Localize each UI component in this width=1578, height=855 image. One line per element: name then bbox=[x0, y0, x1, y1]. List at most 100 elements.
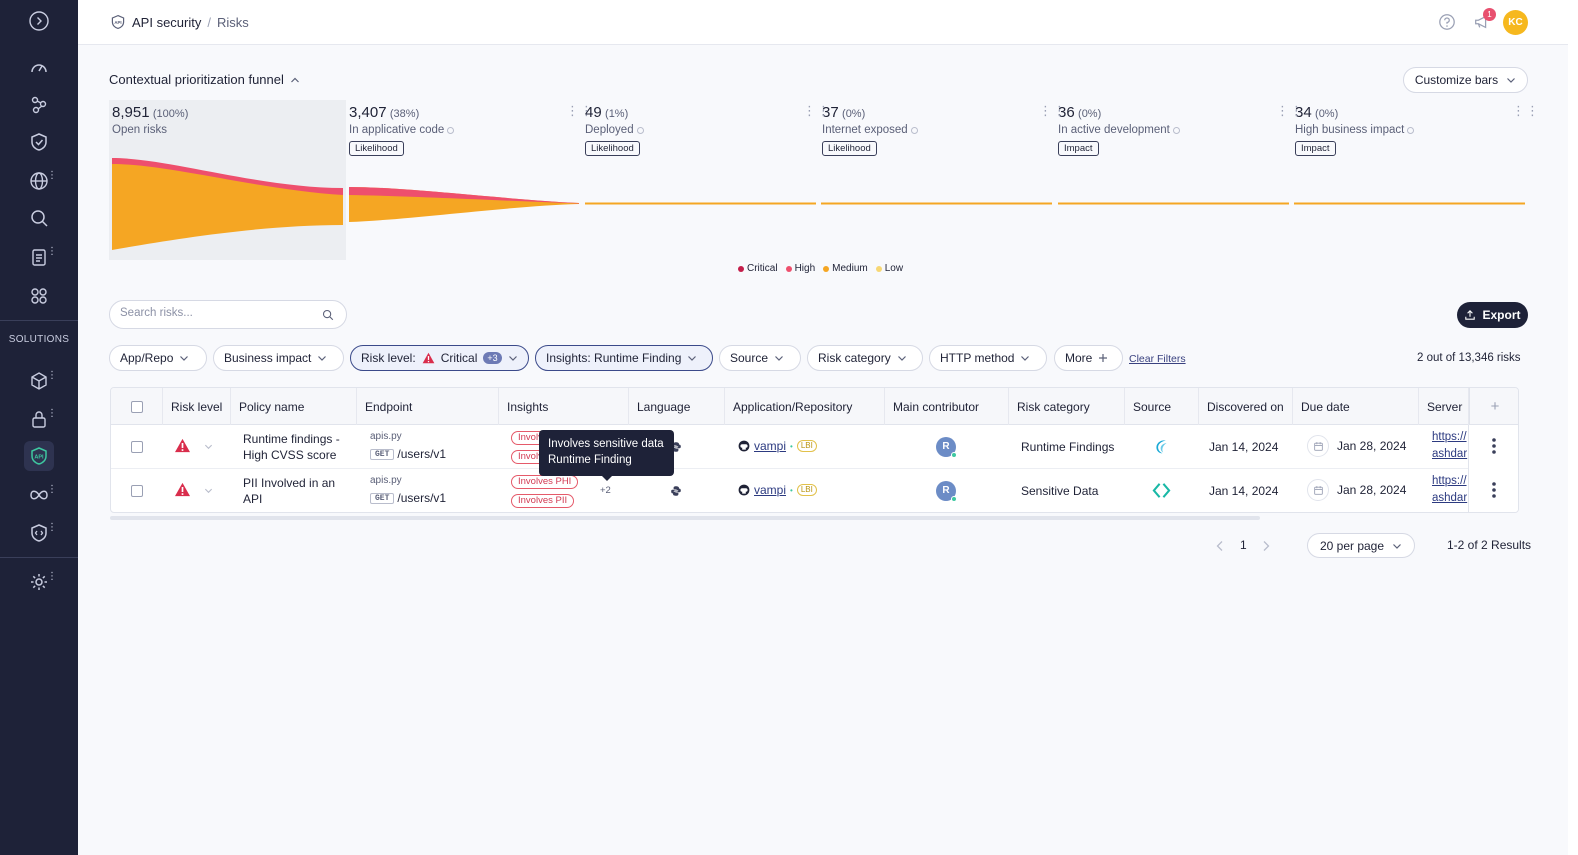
help-icon[interactable] bbox=[1438, 13, 1456, 31]
sidebar-item-packages[interactable]: ⋮ bbox=[0, 366, 78, 396]
sidebar-item-dashboard[interactable] bbox=[0, 53, 78, 83]
policy-name[interactable]: Runtime findings - High CVSS score bbox=[243, 431, 340, 463]
breadcrumb-current: Risks bbox=[216, 14, 249, 30]
contributor-avatar[interactable]: R bbox=[936, 437, 957, 458]
due-date[interactable]: Jan 28, 2024 bbox=[1307, 479, 1406, 501]
chevron-left-icon[interactable] bbox=[1215, 540, 1225, 552]
filter-http-method[interactable]: HTTP method bbox=[929, 345, 1047, 371]
sidebar-item-security[interactable] bbox=[0, 127, 78, 157]
chevron-down-icon bbox=[508, 356, 517, 361]
policy-name[interactable]: PII Involved in an API bbox=[243, 475, 335, 507]
filter-app-repo[interactable]: App/Repo bbox=[109, 345, 207, 371]
funnel-stage-applicative[interactable]: 3,407 (38%) In applicative code Likeliho… bbox=[349, 104, 455, 156]
insight-chip[interactable]: Involves PHI bbox=[511, 475, 579, 489]
drag-handle-icon[interactable]: ⋮⋮ bbox=[803, 104, 831, 117]
server-link[interactable]: https:// ashdar bbox=[1432, 429, 1467, 463]
shield-check-icon bbox=[31, 133, 47, 151]
kebab-menu-icon[interactable] bbox=[1491, 437, 1497, 455]
info-icon[interactable] bbox=[447, 126, 455, 134]
more-insights-chip[interactable]: +2 bbox=[600, 485, 611, 496]
funnel-stage-business-impact[interactable]: 34 (0%) High business impact Impact bbox=[1295, 104, 1415, 156]
contributor-avatar[interactable]: R bbox=[936, 481, 957, 502]
stage-chip: Likelihood bbox=[349, 141, 404, 156]
repository-link[interactable]: vampi bbox=[754, 483, 786, 497]
sidebar-item-discovery[interactable] bbox=[0, 203, 78, 233]
runtime-source-icon bbox=[1156, 440, 1167, 454]
expand-sidebar-button[interactable] bbox=[0, 6, 78, 36]
funnel-stage-open[interactable]: 8,951 (100%) Open risks bbox=[112, 104, 188, 136]
header-insights[interactable]: Insights bbox=[499, 388, 629, 425]
funnel-stage-internet-exposed[interactable]: 37 (0%) Internet exposed Likelihood bbox=[822, 104, 918, 156]
drag-handle-icon[interactable]: ⋮⋮ bbox=[1276, 104, 1304, 117]
search-icon[interactable] bbox=[322, 309, 334, 321]
sidebar-item-integrations[interactable] bbox=[0, 281, 78, 311]
sidebar-item-graph[interactable] bbox=[0, 90, 78, 120]
header-risk-level[interactable]: Risk level bbox=[163, 388, 231, 425]
header-server[interactable]: Server bbox=[1419, 388, 1469, 425]
filter-risk-category[interactable]: Risk category bbox=[807, 345, 923, 371]
user-avatar[interactable]: KC bbox=[1503, 10, 1528, 35]
header-language[interactable]: Language bbox=[629, 388, 725, 425]
header-source[interactable]: Source bbox=[1125, 388, 1199, 425]
current-page[interactable]: 1 bbox=[1240, 538, 1247, 552]
header-discovered-on[interactable]: Discovered on bbox=[1199, 388, 1293, 425]
server-link[interactable]: https:// ashdar bbox=[1432, 473, 1467, 507]
kebab-menu-icon[interactable] bbox=[1491, 481, 1497, 499]
header-due-date[interactable]: Due date bbox=[1293, 388, 1419, 425]
drag-handle-icon[interactable]: ⋮⋮ bbox=[1039, 104, 1067, 117]
info-icon[interactable] bbox=[1407, 126, 1415, 134]
sidebar-item-api-security[interactable]: API bbox=[24, 441, 54, 471]
header-application[interactable]: Application/Repository bbox=[725, 388, 885, 425]
filter-more[interactable]: More bbox=[1054, 345, 1123, 371]
filter-source[interactable]: Source bbox=[719, 345, 801, 371]
filter-business-impact[interactable]: Business impact bbox=[213, 345, 344, 371]
drag-handle-icon[interactable]: ⋮⋮ bbox=[1512, 104, 1540, 117]
row-checkbox[interactable] bbox=[131, 441, 143, 453]
endpoint-path: /users/v1 bbox=[397, 447, 447, 461]
funnel-band-stage-5 bbox=[1058, 202, 1289, 205]
clear-filters-link[interactable]: Clear Filters bbox=[1129, 353, 1186, 365]
sidebar-item-code-security[interactable]: ⋮ bbox=[0, 518, 78, 548]
due-date[interactable]: Jan 28, 2024 bbox=[1307, 435, 1406, 457]
export-button[interactable]: Export bbox=[1457, 302, 1528, 328]
header-main-contributor[interactable]: Main contributor bbox=[885, 388, 1009, 425]
filter-risk-level[interactable]: Risk level: Critical +3 bbox=[350, 345, 529, 371]
select-all-checkbox[interactable] bbox=[130, 400, 143, 413]
table-row[interactable]: PII Involved in an API apis.py GET/users/… bbox=[111, 469, 1518, 512]
funnel-stage-active-dev[interactable]: 36 (0%) In active development Impact bbox=[1058, 104, 1180, 156]
repository-link[interactable]: vampi bbox=[754, 439, 786, 453]
row-checkbox[interactable] bbox=[131, 485, 143, 497]
policy-name-line: PII Involved in an bbox=[243, 476, 336, 490]
chevron-up-icon[interactable] bbox=[290, 75, 300, 85]
header-policy-name[interactable]: Policy name bbox=[231, 388, 357, 425]
sidebar-item-reports[interactable]: ⋮ bbox=[0, 242, 78, 272]
add-column-button[interactable]: + bbox=[1469, 388, 1518, 425]
per-page-select[interactable]: 20 per page bbox=[1307, 533, 1415, 558]
chevron-down-icon[interactable] bbox=[204, 486, 213, 495]
header-endpoint[interactable]: Endpoint bbox=[357, 388, 499, 425]
info-icon[interactable] bbox=[1172, 126, 1180, 134]
search-input[interactable] bbox=[120, 307, 310, 319]
drag-handle-icon[interactable]: ⋮⋮ bbox=[566, 104, 594, 117]
info-icon[interactable] bbox=[910, 126, 918, 134]
filter-insights[interactable]: Insights: Runtime Finding bbox=[535, 345, 713, 371]
chevron-down-icon[interactable] bbox=[204, 442, 213, 451]
endpoint-file: apis.py bbox=[370, 475, 402, 486]
sidebar-item-pipelines[interactable]: ⋮ bbox=[0, 480, 78, 510]
sidebar-item-web[interactable]: ⋮ bbox=[0, 166, 78, 196]
sidebar-item-secrets[interactable]: ⋮ bbox=[0, 404, 78, 434]
header-risk-category[interactable]: Risk category bbox=[1009, 388, 1125, 425]
filter-label: Source bbox=[730, 351, 769, 365]
table-row[interactable]: Runtime findings - High CVSS score apis.p… bbox=[111, 425, 1518, 469]
info-icon[interactable] bbox=[636, 126, 644, 134]
breadcrumb-root[interactable]: API security bbox=[132, 15, 201, 30]
more-icon: ⋮ bbox=[47, 408, 57, 419]
sidebar-item-settings[interactable]: ⋮ bbox=[0, 567, 78, 597]
horizontal-scrollbar[interactable] bbox=[110, 516, 1260, 520]
insight-chip[interactable]: Involves PII bbox=[511, 494, 575, 508]
more-icon: ⋮ bbox=[47, 370, 57, 381]
funnel-title[interactable]: Contextual prioritization funnel bbox=[109, 72, 300, 87]
chevron-right-icon[interactable] bbox=[1261, 540, 1271, 552]
customize-bars-button[interactable]: Customize bars bbox=[1403, 67, 1528, 93]
business-impact-tag: LBI bbox=[796, 440, 817, 452]
